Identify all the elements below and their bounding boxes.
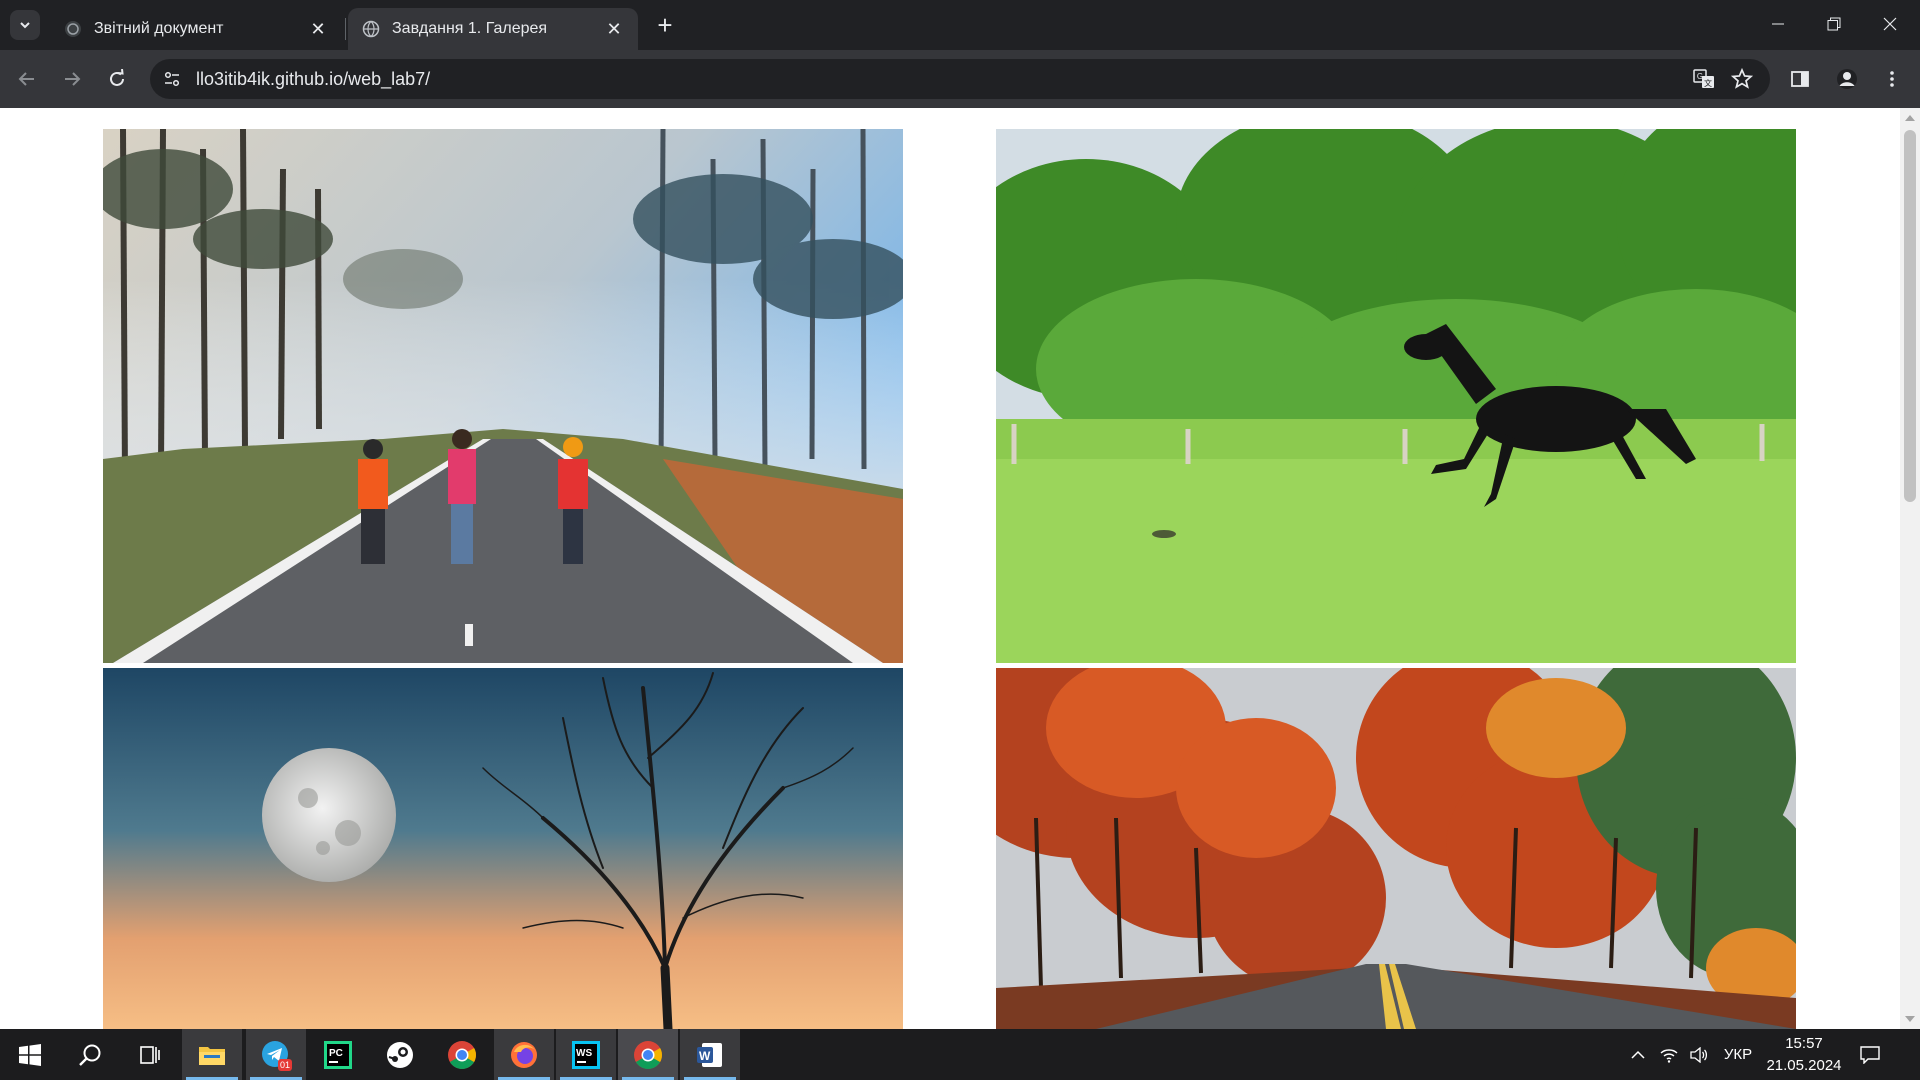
tab-separator (345, 18, 346, 40)
close-icon (1883, 17, 1897, 31)
task-view-button[interactable] (120, 1029, 180, 1080)
file-explorer-icon (199, 1046, 225, 1065)
new-tab-button[interactable]: + (650, 10, 680, 40)
notifications-button[interactable] (1852, 1029, 1888, 1080)
scroll-up-arrow-icon[interactable] (1905, 115, 1915, 121)
svg-text:PC: PC (329, 1048, 343, 1059)
search-button[interactable] (60, 1029, 120, 1080)
side-panel-icon (1791, 71, 1809, 87)
firefox-icon (511, 1041, 537, 1068)
chevron-up-icon (1631, 1050, 1645, 1059)
show-hidden-icons-button[interactable] (1626, 1029, 1650, 1080)
taskbar-pycharm[interactable]: PC (308, 1029, 368, 1080)
wifi-icon (1660, 1048, 1678, 1063)
tab-gallery[interactable]: Завдання 1. Галерея ✕ (348, 8, 638, 50)
taskbar-file-explorer[interactable] (182, 1029, 242, 1080)
start-button[interactable] (0, 1029, 60, 1080)
close-window-button[interactable] (1862, 0, 1918, 48)
page-scrollbar[interactable] (1900, 108, 1920, 1029)
site-info-icon[interactable] (160, 67, 184, 91)
tab-report-document[interactable]: Звітний документ ✕ (50, 8, 342, 50)
taskbar-webstorm[interactable]: WS (556, 1029, 616, 1080)
word-icon: W (697, 1042, 722, 1067)
minimize-icon (1772, 23, 1784, 25)
speaker-icon (1690, 1046, 1708, 1063)
svg-text:文: 文 (1704, 78, 1712, 88)
windows-taskbar: 01 PC WS W УКР 15:57 21.05.2024 (0, 1029, 1920, 1080)
profile-button[interactable] (1830, 62, 1864, 96)
arrow-left-icon (18, 72, 34, 86)
tab-title: Звітний документ (94, 20, 224, 37)
chrome-icon (448, 1040, 476, 1069)
gallery-image-misty-road[interactable] (103, 129, 903, 663)
translate-icon[interactable]: 文G (1692, 67, 1716, 91)
more-vertical-icon (1890, 71, 1894, 87)
svg-text:W: W (699, 1049, 711, 1063)
clock-date: 21.05.2024 (1766, 1057, 1842, 1074)
taskbar-chrome-active[interactable] (618, 1029, 678, 1080)
webstorm-icon: WS (572, 1040, 600, 1069)
restore-icon (1827, 17, 1841, 31)
gallery-image-black-horse[interactable] (996, 129, 1796, 663)
steam-icon (387, 1041, 413, 1068)
minimize-button[interactable] (1750, 0, 1806, 48)
taskbar-telegram[interactable]: 01 (246, 1029, 306, 1080)
page-viewport (0, 108, 1920, 1029)
pycharm-icon: PC (324, 1040, 352, 1069)
bookmark-star-icon[interactable] (1730, 67, 1754, 91)
gallery-image-moon-tree[interactable] (103, 668, 903, 1029)
notification-icon (1860, 1045, 1880, 1064)
gallery-image-autumn-road[interactable] (996, 668, 1796, 1029)
profile-icon (1837, 69, 1857, 89)
tab-title: Завдання 1. Галерея (392, 20, 548, 37)
system-clock[interactable]: 15:57 21.05.2024 (1762, 1033, 1846, 1077)
scroll-thumb[interactable] (1904, 130, 1916, 502)
address-bar[interactable]: llo3itib4ik.github.io/web_lab7/ 文G (150, 59, 1770, 99)
search-icon (79, 1044, 101, 1066)
telegram-badge: 01 (278, 1059, 293, 1071)
arrow-right-icon (65, 72, 81, 86)
reload-icon (110, 69, 124, 86)
taskbar-steam[interactable] (370, 1029, 430, 1080)
close-icon[interactable]: ✕ (308, 19, 328, 39)
clock-time: 15:57 (1785, 1035, 1823, 1052)
taskbar-firefox[interactable] (494, 1029, 554, 1080)
task-view-icon (140, 1045, 160, 1064)
language-indicator[interactable]: УКР (1718, 1029, 1758, 1080)
volume-button[interactable] (1686, 1029, 1712, 1080)
network-button[interactable] (1656, 1029, 1682, 1080)
chrome-icon (634, 1040, 662, 1069)
tab-search-button[interactable] (10, 10, 40, 40)
tab-strip: Звітний документ ✕ Завдання 1. Галерея ✕… (0, 0, 1920, 50)
scroll-down-arrow-icon[interactable] (1905, 1016, 1915, 1022)
menu-button[interactable] (1875, 62, 1909, 96)
svg-text:WS: WS (576, 1048, 592, 1059)
browser-toolbar: llo3itib4ik.github.io/web_lab7/ 文G (0, 50, 1920, 108)
back-button[interactable] (10, 62, 44, 96)
taskbar-chrome[interactable] (432, 1029, 492, 1080)
side-panel-button[interactable] (1783, 62, 1817, 96)
svg-text:G: G (1697, 72, 1703, 81)
forward-button[interactable] (55, 62, 89, 96)
restore-button[interactable] (1806, 0, 1862, 48)
start-icon (19, 1043, 41, 1066)
close-icon[interactable]: ✕ (604, 19, 624, 39)
chevron-down-icon (20, 22, 30, 29)
url-text[interactable]: llo3itib4ik.github.io/web_lab7/ (196, 69, 430, 90)
reload-button[interactable] (100, 62, 134, 96)
globe-favicon-icon (362, 20, 380, 38)
taskbar-word[interactable]: W (680, 1029, 740, 1080)
document-favicon-icon (65, 21, 81, 37)
